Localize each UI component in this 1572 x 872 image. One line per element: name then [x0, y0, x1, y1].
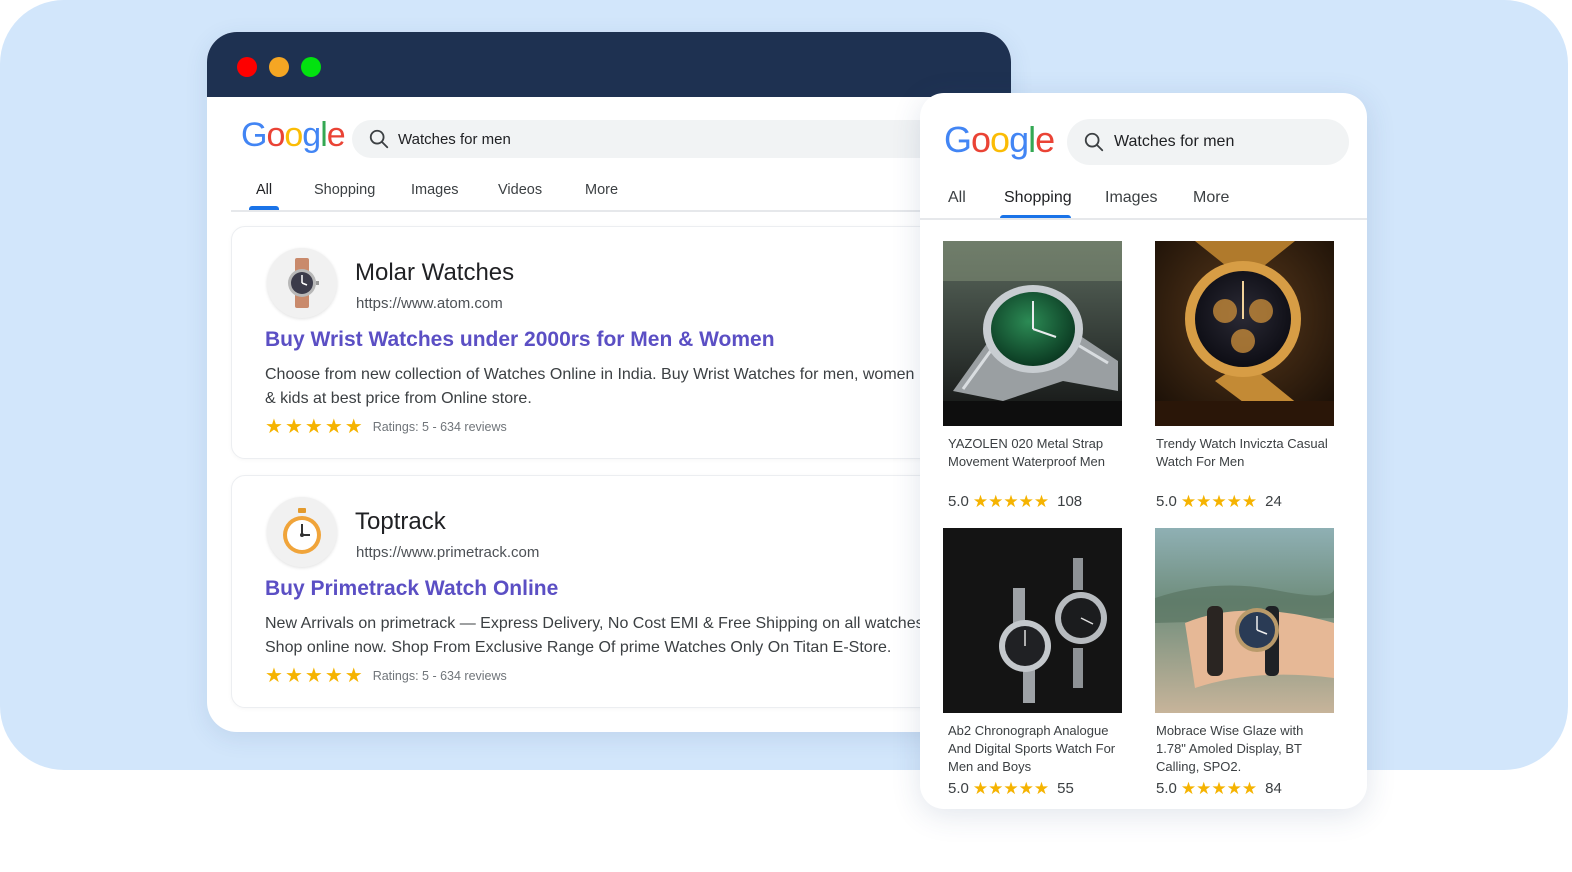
site-name: Toptrack — [355, 508, 446, 535]
star-icon: ★ — [304, 665, 323, 687]
star-icon: ★ — [324, 416, 343, 438]
review-count: 84 — [1265, 780, 1282, 797]
watch-on-wrist-photo[interactable] — [1155, 528, 1334, 713]
star-icon: ★ — [1241, 779, 1258, 798]
product-rating: 5.0 ★ ★ ★ ★ ★ 108 — [948, 493, 1082, 510]
star-icon: ★ — [1211, 492, 1227, 511]
tab-shopping[interactable]: Shopping — [314, 182, 375, 198]
rating-text: Ratings: 5 - 634 reviews — [372, 420, 507, 434]
desktop-browser-window: Google Watches for men All Shopping Imag… — [207, 32, 1011, 732]
product-rating: 5.0 ★ ★ ★ ★ ★ 24 — [1156, 493, 1282, 510]
star-icon: ★ — [972, 492, 989, 511]
rating-text: Ratings: 5 - 634 reviews — [372, 669, 507, 683]
star-icon: ★ — [1003, 492, 1019, 511]
review-count: 24 — [1265, 493, 1282, 510]
star-icon: ★ — [265, 416, 283, 438]
star-icon: ★ — [1033, 779, 1050, 798]
product-title[interactable]: Trendy Watch Inviczta Casual Watch For M… — [1156, 435, 1336, 471]
rating-row: ★ ★ ★ ★ ★ Ratings: 5 - 634 reviews — [265, 417, 507, 437]
tabs-divider — [920, 218, 1367, 220]
search-input[interactable]: Watches for men — [398, 131, 511, 148]
green-dial-watch-photo[interactable] — [943, 241, 1122, 426]
star-icon: ★ — [284, 416, 303, 438]
search-input[interactable]: Watches for men — [1114, 133, 1234, 151]
tabs-divider — [231, 210, 1011, 212]
rating-score: 5.0 — [948, 493, 969, 510]
stopwatch-icon — [267, 497, 337, 567]
snippet-line: Shop online now. Shop From Exclusive Ran… — [265, 639, 892, 656]
product-title[interactable]: YAZOLEN 020 Metal Strap Movement Waterpr… — [948, 435, 1128, 471]
result-snippet: New Arrivals on primetrack — Express Del… — [265, 612, 965, 660]
mobile-shopping-window: Google Watches for men All Shopping Imag… — [920, 93, 1367, 809]
star-icon: ★ — [284, 665, 303, 687]
star-icon: ★ — [1033, 492, 1050, 511]
site-url[interactable]: https://www.primetrack.com — [356, 544, 539, 561]
google-logo[interactable]: Google — [944, 119, 1055, 161]
result-snippet: Choose from new collection of Watches On… — [265, 363, 965, 411]
star-icon: ★ — [1018, 779, 1034, 798]
tab-all[interactable]: All — [256, 182, 272, 198]
search-result-card[interactable]: Molar Watches https://www.atom.com Buy W… — [231, 226, 991, 459]
tab-images[interactable]: Images — [1105, 189, 1157, 207]
star-icon: ★ — [972, 779, 989, 798]
product-title[interactable]: Mobrace Wise Glaze with 1.78" Amoled Dis… — [1156, 722, 1336, 776]
search-icon — [1084, 132, 1104, 152]
window-titlebar — [207, 32, 1011, 97]
star-icon: ★ — [1180, 779, 1197, 798]
star-icon: ★ — [344, 416, 363, 438]
maximize-window-button[interactable] — [301, 57, 321, 77]
search-bar[interactable]: Watches for men — [352, 120, 992, 158]
star-icon: ★ — [1003, 779, 1019, 798]
search-icon — [369, 129, 389, 149]
gold-chronograph-watch-photo[interactable] — [1155, 241, 1334, 426]
result-title-link[interactable]: Buy Wrist Watches under 2000rs for Men &… — [265, 328, 775, 352]
product-rating: 5.0 ★ ★ ★ ★ ★ 55 — [948, 780, 1074, 797]
star-icon: ★ — [304, 416, 323, 438]
minimize-window-button[interactable] — [269, 57, 289, 77]
tab-more[interactable]: More — [1193, 189, 1229, 207]
star-icon: ★ — [988, 779, 1004, 798]
two-steel-watches-photo[interactable] — [943, 528, 1122, 713]
tab-shopping[interactable]: Shopping — [1004, 189, 1072, 207]
star-icon: ★ — [1180, 492, 1197, 511]
star-icon: ★ — [1241, 492, 1258, 511]
close-window-button[interactable] — [237, 57, 257, 77]
star-icon: ★ — [1211, 779, 1227, 798]
star-icon: ★ — [1226, 779, 1242, 798]
star-icon: ★ — [1196, 779, 1212, 798]
rating-row: ★ ★ ★ ★ ★ Ratings: 5 - 634 reviews — [265, 666, 507, 686]
star-icon: ★ — [988, 492, 1004, 511]
wristwatch-icon — [267, 248, 337, 318]
rating-score: 5.0 — [1156, 493, 1177, 510]
product-title[interactable]: Ab2 Chronograph Analogue And Digital Spo… — [948, 722, 1128, 776]
star-icon: ★ — [1226, 492, 1242, 511]
star-icon: ★ — [344, 665, 363, 687]
search-bar[interactable]: Watches for men — [1067, 119, 1349, 165]
site-url[interactable]: https://www.atom.com — [356, 295, 503, 312]
star-icon: ★ — [265, 665, 283, 687]
snippet-line: New Arrivals on primetrack — Express Del… — [265, 615, 929, 632]
star-icon: ★ — [1018, 492, 1034, 511]
search-result-card[interactable]: Toptrack https://www.primetrack.com Buy … — [231, 475, 991, 708]
review-count: 108 — [1057, 493, 1083, 510]
tab-all[interactable]: All — [948, 189, 966, 207]
snippet-line: Choose from new collection of Watches On… — [265, 366, 915, 383]
result-title-link[interactable]: Buy Primetrack Watch Online — [265, 577, 558, 601]
tab-videos[interactable]: Videos — [498, 182, 542, 198]
site-name: Molar Watches — [355, 259, 515, 286]
review-count: 55 — [1057, 780, 1074, 797]
tab-more[interactable]: More — [585, 182, 618, 198]
star-icon: ★ — [324, 665, 343, 687]
snippet-line: & kids at best price from Online store. — [265, 390, 532, 407]
rating-score: 5.0 — [948, 780, 969, 797]
rating-score: 5.0 — [1156, 780, 1177, 797]
google-logo[interactable]: Google — [241, 116, 346, 155]
tab-images[interactable]: Images — [411, 182, 459, 198]
product-rating: 5.0 ★ ★ ★ ★ ★ 84 — [1156, 780, 1282, 797]
star-icon: ★ — [1196, 492, 1212, 511]
